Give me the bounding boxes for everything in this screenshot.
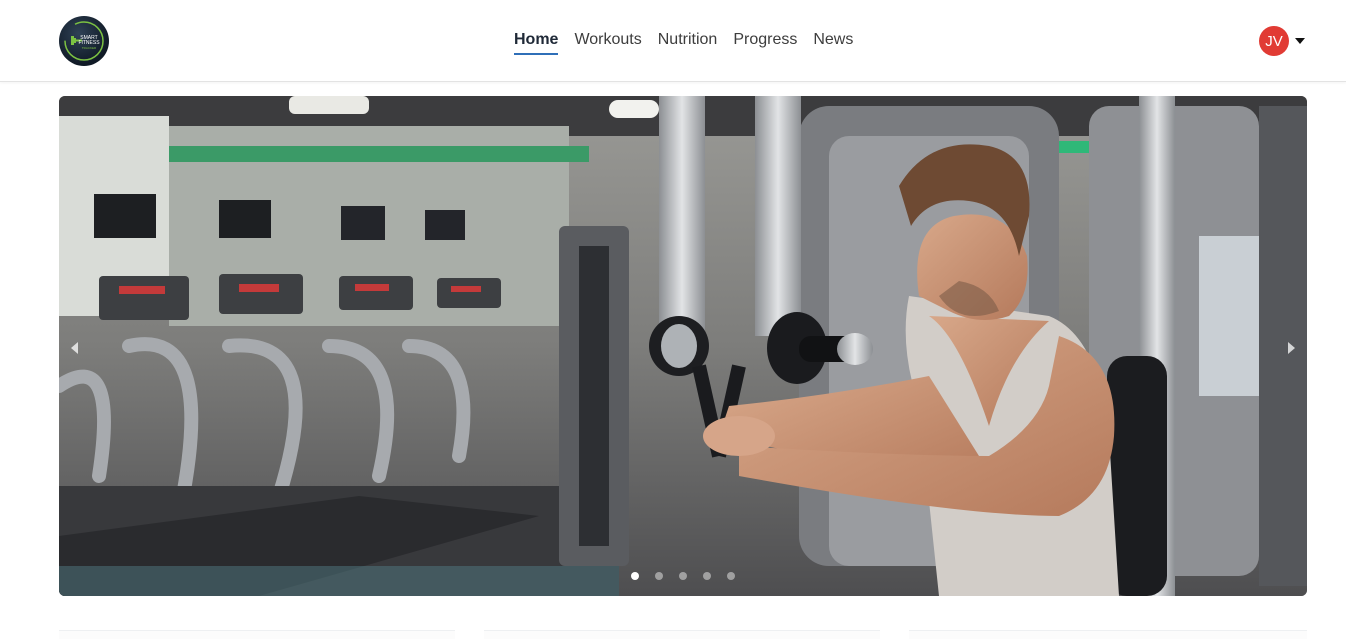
card-edge	[59, 630, 455, 639]
logo-text-3: TRACKER	[82, 46, 97, 50]
carousel-indicator-2[interactable]	[655, 572, 663, 580]
carousel-prev-button[interactable]	[65, 336, 85, 360]
carousel-indicators	[631, 572, 735, 580]
top-navbar: SMART FITNESS TRACKER Home Workouts Nutr…	[0, 0, 1346, 82]
card-row	[59, 630, 1307, 639]
nav-home[interactable]: Home	[514, 30, 559, 55]
hero-carousel	[59, 96, 1307, 596]
card-edge	[909, 630, 1307, 639]
main-nav: Home Workouts Nutrition Progress News	[514, 30, 853, 55]
card-edge	[484, 630, 880, 639]
carousel-next-button[interactable]	[1281, 336, 1301, 360]
dumbbell-logo-icon: SMART FITNESS TRACKER	[64, 21, 104, 61]
caret-down-icon[interactable]	[1295, 38, 1305, 44]
carousel-indicator-5[interactable]	[727, 572, 735, 580]
carousel-indicator-4[interactable]	[703, 572, 711, 580]
gym-photo	[59, 96, 1307, 596]
chevron-left-icon	[71, 342, 78, 354]
user-menu[interactable]: JV	[1259, 26, 1305, 56]
brand-logo[interactable]: SMART FITNESS TRACKER	[59, 16, 109, 66]
nav-workouts[interactable]: Workouts	[574, 30, 641, 55]
chevron-right-icon	[1288, 342, 1295, 354]
nav-progress[interactable]: Progress	[733, 30, 797, 55]
nav-nutrition[interactable]: Nutrition	[658, 30, 718, 55]
carousel-indicator-1[interactable]	[631, 572, 639, 580]
nav-news[interactable]: News	[813, 30, 853, 55]
carousel-indicator-3[interactable]	[679, 572, 687, 580]
avatar[interactable]: JV	[1259, 26, 1289, 56]
